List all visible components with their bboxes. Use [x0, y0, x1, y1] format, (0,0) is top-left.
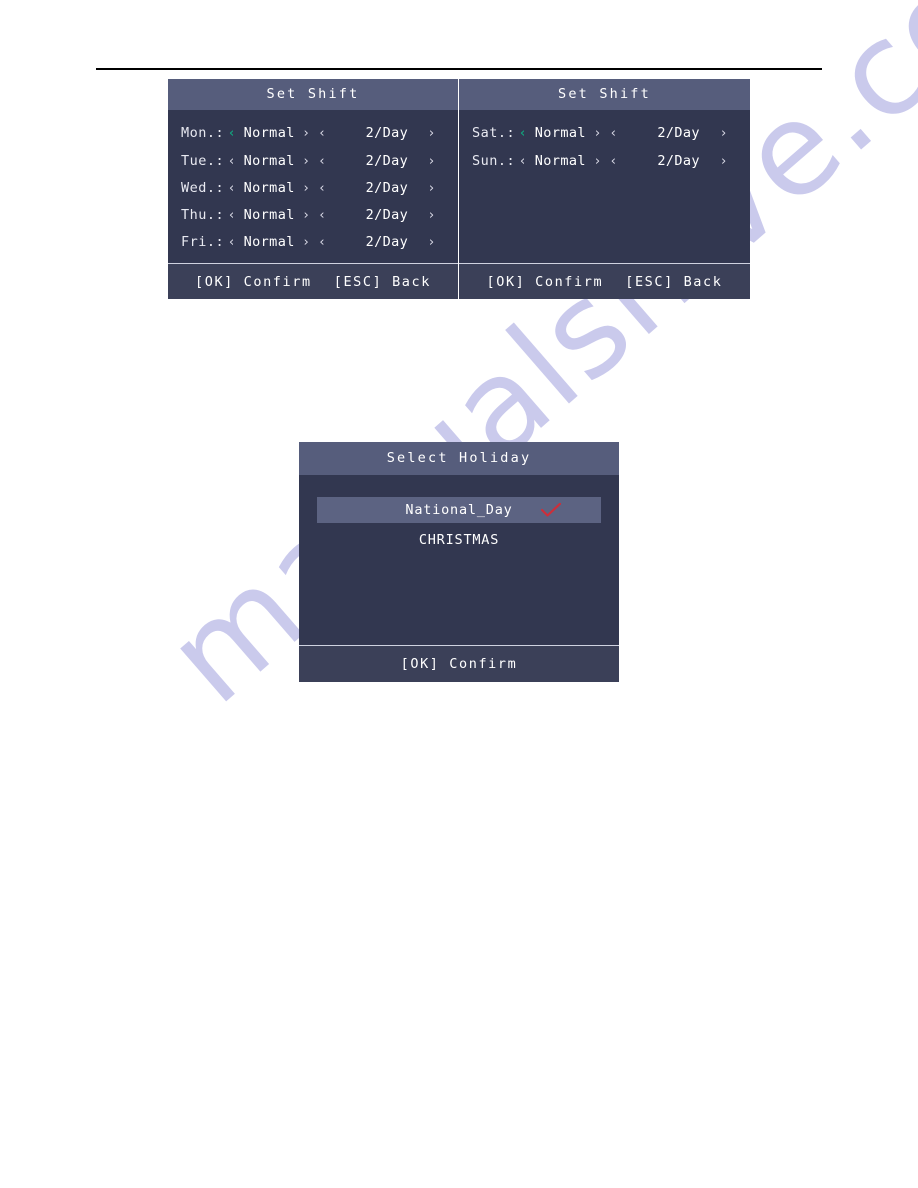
ok-confirm-hint-weekend[interactable]: [OK] Confirm: [486, 274, 603, 290]
page-header-rule: [96, 68, 822, 70]
chevron-right-icon-mode-wed[interactable]: ›: [298, 181, 314, 196]
chevron-right-icon-count-thu[interactable]: ›: [428, 208, 458, 223]
weekdays-shift-list: Mon.: ‹ Normal › ‹ 2/Day › Tue.: ‹ Norma…: [168, 110, 458, 263]
shift-count-value-thu: 2/Day: [365, 207, 409, 223]
shift-mode-value-thu: Normal: [243, 207, 295, 223]
ok-confirm-hint-weekdays[interactable]: [OK] Confirm: [195, 274, 312, 290]
shift-count-value-mon: 2/Day: [365, 125, 409, 141]
shift-count-value-tue: 2/Day: [365, 153, 409, 169]
chevron-left-icon-mode-fri[interactable]: ‹: [224, 235, 240, 250]
chevron-left-icon-mode-tue[interactable]: ‹: [224, 154, 240, 169]
chevron-left-icon-mode-sat[interactable]: ‹: [515, 126, 531, 141]
esc-back-hint-weekend[interactable]: [ESC] Back: [625, 274, 722, 290]
shift-mode-value-mon: Normal: [243, 125, 295, 141]
shift-day-label-mon: Mon.:: [181, 125, 225, 141]
holiday-list: National_Day CHRISTMAS: [299, 475, 619, 645]
ok-confirm-hint-holiday[interactable]: [OK] Confirm: [401, 656, 518, 672]
holiday-label-national-day: National_Day: [405, 502, 513, 518]
shift-row-thu[interactable]: Thu.: ‹ Normal › ‹ 2/Day ›: [168, 204, 458, 226]
chevron-left-icon-mode-thu[interactable]: ‹: [224, 208, 240, 223]
chevron-right-icon-count-sat[interactable]: ›: [720, 126, 750, 141]
shift-mode-value-fri: Normal: [243, 234, 295, 250]
set-shift-weekdays-panel: Set Shift Mon.: ‹ Normal › ‹ 2/Day › Tue…: [168, 79, 458, 299]
chevron-left-icon-count-mon[interactable]: ‹: [314, 126, 330, 141]
weekend-panel-footer: [OK] Confirm [ESC] Back: [459, 263, 750, 299]
chevron-right-icon-mode-sun[interactable]: ›: [590, 154, 606, 169]
shift-row-tue[interactable]: Tue.: ‹ Normal › ‹ 2/Day ›: [168, 150, 458, 172]
shift-day-label-wed: Wed.:: [181, 180, 225, 196]
shift-mode-value-wed: Normal: [243, 180, 295, 196]
shift-count-value-wed: 2/Day: [365, 180, 409, 196]
chevron-right-icon-mode-tue[interactable]: ›: [298, 154, 314, 169]
holiday-list-item-national-day[interactable]: National_Day: [317, 497, 601, 523]
shift-day-label-fri: Fri.:: [181, 234, 225, 250]
chevron-right-icon-mode-sat[interactable]: ›: [590, 126, 606, 141]
chevron-left-icon-count-tue[interactable]: ‹: [314, 154, 330, 169]
shift-row-wed[interactable]: Wed.: ‹ Normal › ‹ 2/Day ›: [168, 177, 458, 199]
shift-count-value-sat: 2/Day: [657, 125, 700, 141]
holiday-label-christmas: CHRISTMAS: [418, 532, 500, 548]
chevron-right-icon-count-wed[interactable]: ›: [428, 181, 458, 196]
holiday-panel-footer: [OK] Confirm: [299, 645, 619, 682]
shift-row-sat[interactable]: Sat.: ‹ Normal › ‹ 2/Day ›: [459, 122, 750, 144]
chevron-left-icon-mode-sun[interactable]: ‹: [515, 154, 531, 169]
shift-day-label-sun: Sun.:: [472, 153, 516, 169]
chevron-right-icon-count-mon[interactable]: ›: [428, 126, 458, 141]
panel-title-select-holiday: Select Holiday: [299, 442, 619, 475]
chevron-left-icon-mode-wed[interactable]: ‹: [224, 181, 240, 196]
chevron-left-icon-mode-mon[interactable]: ‹: [224, 126, 240, 141]
shift-mode-value-sat: Normal: [534, 125, 586, 141]
check-icon-national-day: [541, 503, 561, 517]
panel-title-set-shift-weekdays: Set Shift: [168, 79, 458, 110]
chevron-right-icon-mode-mon[interactable]: ›: [298, 126, 314, 141]
holiday-list-item-christmas[interactable]: CHRISTMAS: [299, 527, 619, 553]
shift-day-label-sat: Sat.:: [472, 125, 516, 141]
panel-title-set-shift-weekend: Set Shift: [459, 79, 750, 110]
chevron-left-icon-count-sun[interactable]: ‹: [606, 154, 622, 169]
chevron-right-icon-count-sun[interactable]: ›: [720, 154, 750, 169]
shift-mode-value-tue: Normal: [243, 153, 295, 169]
chevron-left-icon-count-fri[interactable]: ‹: [314, 235, 330, 250]
shift-day-label-tue: Tue.:: [181, 153, 225, 169]
set-shift-weekend-panel: Set Shift Sat.: ‹ Normal › ‹ 2/Day › Sun…: [459, 79, 750, 299]
weekdays-panel-footer: [OK] Confirm [ESC] Back: [168, 263, 458, 299]
select-holiday-panel: Select Holiday National_Day CHRISTMAS [O…: [299, 442, 619, 682]
chevron-right-icon-count-tue[interactable]: ›: [428, 154, 458, 169]
chevron-left-icon-count-sat[interactable]: ‹: [606, 126, 622, 141]
chevron-right-icon-mode-fri[interactable]: ›: [298, 235, 314, 250]
panels-vertical-divider: [458, 79, 459, 298]
shift-row-mon[interactable]: Mon.: ‹ Normal › ‹ 2/Day ›: [168, 122, 458, 144]
chevron-left-icon-count-thu[interactable]: ‹: [314, 208, 330, 223]
chevron-right-icon-mode-thu[interactable]: ›: [298, 208, 314, 223]
esc-back-hint-weekdays[interactable]: [ESC] Back: [334, 274, 431, 290]
shift-count-value-sun: 2/Day: [657, 153, 700, 169]
shift-row-fri[interactable]: Fri.: ‹ Normal › ‹ 2/Day ›: [168, 231, 458, 253]
chevron-right-icon-count-fri[interactable]: ›: [428, 235, 458, 250]
chevron-left-icon-count-wed[interactable]: ‹: [314, 181, 330, 196]
shift-day-label-thu: Thu.:: [181, 207, 225, 223]
shift-count-value-fri: 2/Day: [365, 234, 409, 250]
shift-mode-value-sun: Normal: [534, 153, 586, 169]
shift-row-sun[interactable]: Sun.: ‹ Normal › ‹ 2/Day ›: [459, 150, 750, 172]
weekend-shift-list: Sat.: ‹ Normal › ‹ 2/Day › Sun.: ‹ Norma…: [459, 110, 750, 263]
